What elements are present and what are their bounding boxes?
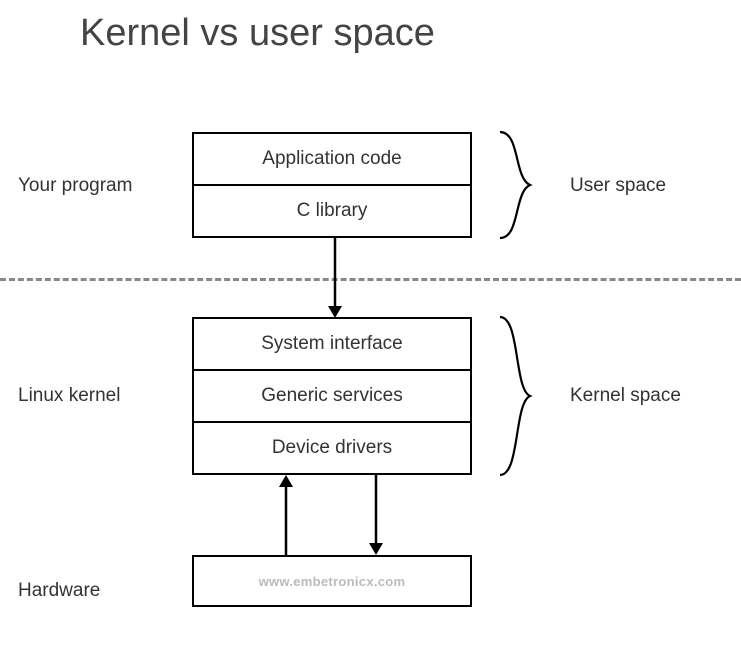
arrow-up-icon: [276, 473, 296, 557]
box-application-code: Application code: [192, 132, 472, 186]
page-title: Kernel vs user space: [80, 12, 435, 55]
box-device-drivers: Device drivers: [192, 421, 472, 475]
arrow-down-icon: [325, 236, 345, 319]
box-hardware: www.embetronicx.com: [192, 555, 472, 607]
label-your-program: Your program: [18, 175, 132, 197]
divider-user-kernel: [0, 278, 741, 281]
label-hardware: Hardware: [18, 580, 100, 602]
brace-kernel-space-icon: [490, 315, 550, 477]
box-c-library: C library: [192, 184, 472, 238]
label-kernel-space: Kernel space: [570, 385, 681, 407]
brace-user-space-icon: [490, 130, 550, 240]
box-generic-services: Generic services: [192, 369, 472, 423]
box-system-interface: System interface: [192, 317, 472, 371]
watermark-text: www.embetronicx.com: [259, 574, 406, 589]
label-user-space: User space: [570, 175, 666, 197]
label-linux-kernel: Linux kernel: [18, 385, 120, 407]
arrow-down-icon: [366, 473, 386, 557]
